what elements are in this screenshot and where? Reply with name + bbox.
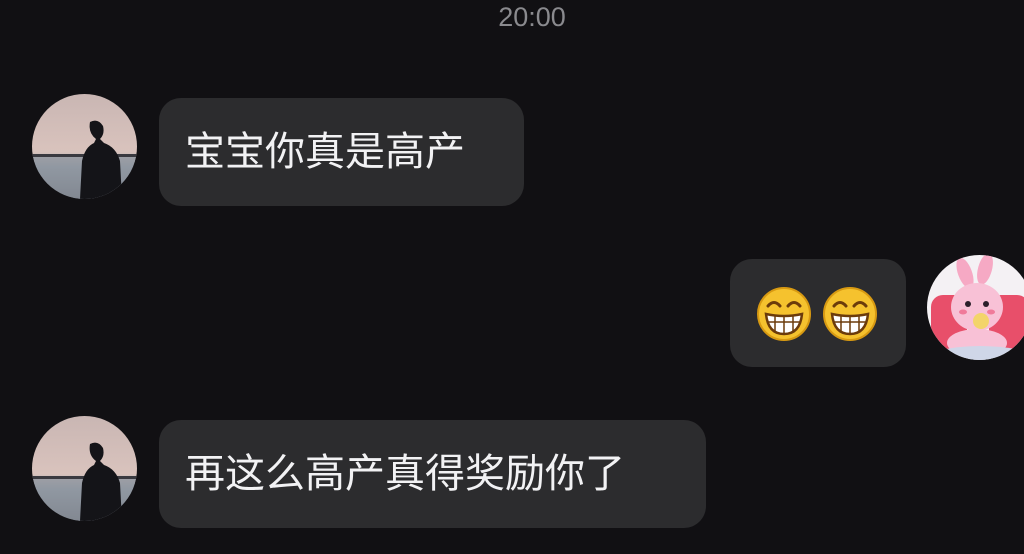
pink-bunny-avatar-image	[927, 255, 1024, 360]
received-message-bubble[interactable]: 再这么高产真得奖励你了	[159, 420, 706, 528]
contact-avatar[interactable]	[32, 94, 137, 199]
chat-screen: 20:00 宝宝你真是高产 再这么高产真得奖励你了	[0, 0, 1024, 554]
message-timestamp: 20:00	[498, 2, 566, 32]
contact-avatar[interactable]	[32, 416, 137, 521]
grinning-squint-emoji	[757, 287, 811, 341]
sunset-silhouette-avatar-image	[32, 416, 137, 521]
message-text: 再这么高产真得奖励你了	[185, 451, 625, 497]
grinning-squint-emoji	[823, 287, 877, 341]
received-message-bubble[interactable]: 宝宝你真是高产	[159, 98, 524, 206]
sunset-silhouette-avatar-image	[32, 94, 137, 199]
my-avatar[interactable]	[927, 255, 1024, 360]
sent-message-bubble[interactable]	[730, 259, 906, 367]
message-text: 宝宝你真是高产	[185, 129, 465, 175]
